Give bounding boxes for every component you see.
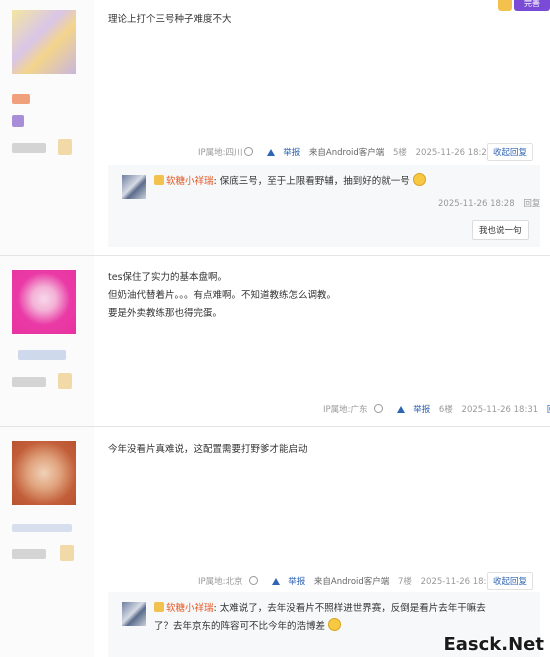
collapse-replies-button[interactable]: 收起回复 <box>487 572 534 590</box>
post-meta: IP属地:北京 举报 来自Android客户端 7楼 2025-11-26 18… <box>198 575 497 587</box>
post-time: 2025-11-26 18:31 <box>461 405 539 415</box>
sub-reply-text: 保底三号，至于上限看野辅，抽到好的就一号 <box>219 176 410 187</box>
author-column <box>0 0 94 255</box>
post-meta: IP属地:广东 举报 6楼 2025-11-26 18:31 回复 <box>323 403 550 415</box>
post-text-line: 但奶油代替着片。。。有点难啊。不知道教练怎么调教。 <box>108 290 337 301</box>
post-text-line: tes保住了实力的基本盘啊。 <box>108 272 228 283</box>
warning-icon <box>397 406 406 413</box>
avatar[interactable] <box>12 270 76 334</box>
ip-location: IP属地:四川 <box>198 148 243 158</box>
crown-icon <box>154 602 164 612</box>
rank-badge-blurred <box>58 139 72 155</box>
post-content: 今年没看片真难说，这配置需要打野爹才能启动 <box>108 441 308 459</box>
post-text-line: 要是外卖教练那也得完蛋。 <box>108 308 223 319</box>
floor-number: 7楼 <box>398 577 412 587</box>
post-floor-6: tes保住了实力的基本盘啊。 但奶油代替着片。。。有点难啊。不知道教练怎么调教。… <box>0 256 550 427</box>
sub-reply-line: 软糖小祥瑞: 太难说了，去年没看片不照样进世界赛，反倒是看片去年干嘛去 <box>154 600 534 618</box>
report-link[interactable]: 举报 <box>266 577 305 587</box>
floor-number: 5楼 <box>393 148 407 158</box>
warning-icon <box>267 149 276 156</box>
username-blurred[interactable] <box>12 94 30 104</box>
sub-reply-text: 了？去年京东的阵容可不比今年的浩博差 <box>154 621 326 632</box>
sub-reply-text: 太难说了，去年没看片不照样进世界赛，反倒是看片去年干嘛去 <box>219 603 486 614</box>
post-text-line: 今年没看片真难说，这配置需要打野爹才能启动 <box>108 444 308 455</box>
report-label: 举报 <box>288 577 306 587</box>
sub-reply-time: 2025-11-26 18:28 <box>438 199 515 209</box>
smile-emoji-icon <box>328 618 342 631</box>
collapse-replies-button[interactable]: 收起回复 <box>487 143 534 161</box>
smile-emoji-icon <box>412 173 426 186</box>
rank-blurred <box>12 549 46 559</box>
report-label: 举报 <box>283 148 301 158</box>
avatar[interactable] <box>12 441 76 505</box>
username-blurred[interactable] <box>12 524 72 532</box>
ip-location: IP属地:北京 <box>198 577 243 587</box>
say-one-button[interactable]: 我也说一句 <box>472 220 529 240</box>
warning-icon <box>272 578 281 585</box>
post-content: 理论上打个三号种子难度不大 <box>108 11 232 29</box>
help-icon[interactable] <box>243 147 253 156</box>
rank-blurred <box>12 377 46 387</box>
client-source: 来自Android客户端 <box>313 577 390 587</box>
floor-number: 6楼 <box>438 405 453 415</box>
sub-reply-box: 软糖小祥瑞: 保底三号，至于上限看野辅，抽到好的就一号 2025-11-26 1… <box>108 165 540 247</box>
post-text-line: 理论上打个三号种子难度不大 <box>108 14 232 25</box>
username-blurred[interactable] <box>18 350 66 360</box>
crown-icon <box>154 175 164 185</box>
sub-reply: 软糖小祥瑞: 太难说了，去年没看片不照样进世界赛，反倒是看片去年干嘛去 了？去年… <box>154 600 534 636</box>
sub-reply-avatar[interactable] <box>122 602 146 626</box>
client-source: 来自Android客户端 <box>308 148 385 158</box>
author-column <box>0 427 94 657</box>
post-meta: IP属地:四川 举报 来自Android客户端 5楼 2025-11-26 18… <box>198 146 492 158</box>
help-icon[interactable] <box>373 404 383 413</box>
post-floor-5: 理论上打个三号种子难度不大 IP属地:四川 举报 来自Android客户端 5楼… <box>0 0 550 256</box>
report-label: 举报 <box>413 405 431 415</box>
avatar[interactable] <box>12 10 76 74</box>
sub-reply-meta: 2025-11-26 18:28 回复 <box>438 197 540 209</box>
sub-reply-author[interactable]: 软糖小祥瑞 <box>166 603 214 614</box>
ip-location: IP属地:广东 <box>323 405 368 415</box>
report-link[interactable]: 举报 <box>261 148 300 158</box>
rank-badge-blurred <box>60 545 74 561</box>
level-badge-blurred <box>12 115 24 127</box>
post-time: 2025-11-26 18:31 <box>420 577 498 587</box>
help-icon[interactable] <box>248 576 258 585</box>
sub-reply: 软糖小祥瑞: 保底三号，至于上限看野辅，抽到好的就一号 <box>154 173 426 191</box>
rank-blurred <box>12 143 46 153</box>
report-link[interactable]: 举报 <box>391 405 430 415</box>
post-time: 2025-11-26 18:28 <box>415 148 493 158</box>
post-floor-7: 今年没看片真难说，这配置需要打野爹才能启动 IP属地:北京 举报 来自Andro… <box>0 427 550 657</box>
rank-badge-blurred <box>58 373 72 389</box>
watermark: Easck.Net <box>443 634 544 655</box>
sub-reply-avatar[interactable] <box>122 175 146 199</box>
author-column <box>0 256 94 426</box>
sub-reply-reply-link[interactable]: 回复 <box>523 199 540 209</box>
post-content: tes保住了实力的基本盘啊。 但奶油代替着片。。。有点难啊。不知道教练怎么调教。… <box>108 269 336 323</box>
sub-reply-author[interactable]: 软糖小祥瑞 <box>166 176 214 187</box>
